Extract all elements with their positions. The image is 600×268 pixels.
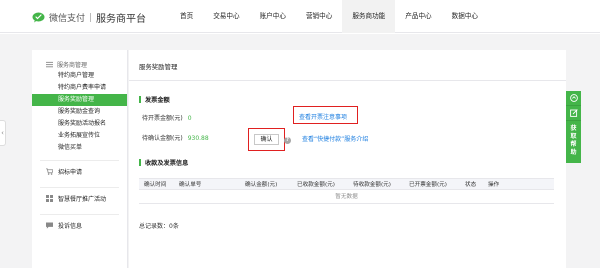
sidebar-item-reward-signup[interactable]: 服务奖励活动报名 (32, 118, 127, 130)
sidebar-item-complaints[interactable]: 投诉信息 (32, 215, 127, 235)
nav-marketing-center[interactable]: 营销中心 (296, 0, 342, 33)
sidebar-item-label: 招标申请 (58, 168, 83, 176)
grid-icon (46, 194, 53, 202)
logo[interactable]: 微信支付 服务商平台 (32, 10, 146, 25)
logo-subtitle: 服务商平台 (96, 14, 147, 25)
sidebar: 服务商管理 特约商户管理 特约商户费率申请 服务奖励管理 服务奖励金查询 服务奖… (32, 50, 128, 268)
sidebar-item-smart-restaurant[interactable]: 智慧餐厅推广活动 (32, 188, 127, 208)
main-panel: 服务奖励管理 发票金额 待开票金额(元) 0 待确认金额(元) 930.88 确认 … (129, 50, 566, 268)
float-top-button[interactable] (566, 91, 581, 106)
sidebar-item-reward-query[interactable]: 服务奖励金查询 (32, 106, 127, 118)
sidebar-item-promo-slot[interactable]: 业务拓展宣传位 (32, 130, 127, 142)
nav-provider-functions[interactable]: 服务商功能 (342, 0, 396, 33)
pending-confirm-row: 待确认金额(元) 930.88 (142, 133, 209, 142)
page-title: 服务奖励管理 (139, 63, 178, 71)
list-icon (46, 61, 53, 67)
confirm-button[interactable]: 确认 (254, 134, 279, 145)
chat-icon (46, 221, 53, 229)
top-nav: 首页 交易中心 账户中心 营销中心 服务商功能 产品中心 数据中心 (170, 0, 488, 33)
invoice-notice-link[interactable]: 查看开票注意事项 (299, 112, 347, 121)
pending-confirm-value: 930.88 (187, 135, 209, 142)
sidebar-item-merchant-rate-apply[interactable]: 特约商户费率申请 (32, 82, 127, 94)
nav-product-center[interactable]: 产品中心 (395, 0, 441, 33)
sidebar-group-title: 服务商管理 (32, 58, 127, 70)
table-header: 确认时间 确认单号 确认金额(元) 已收款金额(元) 待收款金额(元) 已开票金… (139, 178, 554, 190)
col-confirm-no: 确认单号 (179, 182, 202, 188)
col-actions: 操作 (488, 182, 500, 188)
float-feedback-button[interactable] (566, 106, 581, 121)
col-confirm-amount: 确认金额(元) (245, 182, 278, 188)
col-status: 状态 (465, 182, 477, 188)
edit-icon (569, 109, 578, 117)
section-invoice-amount: 发票金额 (139, 95, 170, 104)
sidebar-item-label: 投诉信息 (58, 222, 83, 230)
col-invoiced-amount: 已开票金额(元) (409, 182, 447, 188)
sidebar-item-merchant-management[interactable]: 特约商户管理 (32, 70, 127, 82)
help-icon[interactable]: ? (284, 137, 291, 144)
col-pending-amount: 待收款金额(元) (353, 182, 391, 188)
sidebar-group-provider-management: 服务商管理 特约商户管理 特约商户费率申请 服务奖励管理 服务奖励金查询 服务奖… (32, 50, 127, 154)
help-float-panel: 获取帮助 (566, 91, 581, 163)
section-marker (139, 159, 141, 166)
pending-invoice-row: 待开票金额(元) 0 (142, 113, 192, 122)
records-table: 确认时间 确认单号 确认金额(元) 已收款金额(元) 待收款金额(元) 已开票金… (139, 178, 554, 204)
col-confirm-time: 确认时间 (144, 182, 167, 188)
collapse-handle[interactable]: ‹ (0, 120, 6, 146)
sidebar-item-service-reward[interactable]: 服务奖励管理 (32, 94, 127, 106)
up-arrow-icon (569, 94, 578, 102)
table-empty-row: 暂无数据 (139, 190, 554, 204)
title-divider (129, 80, 566, 81)
top-header: 微信支付 服务商平台 首页 交易中心 账户中心 营销中心 服务商功能 产品中心 … (0, 0, 600, 33)
total-records: 总记录数：0条 (139, 223, 179, 230)
cart-icon (46, 167, 53, 175)
sidebar-group-label: 服务商管理 (57, 61, 88, 69)
pending-confirm-label: 待确认金额(元) (142, 135, 183, 142)
logo-divider (90, 13, 92, 22)
get-help-label: 获取帮助 (570, 125, 577, 156)
get-help-button[interactable]: 获取帮助 (566, 121, 581, 163)
col-received-amount: 已收款金额(元) (297, 182, 335, 188)
sidebar-item-label: 智慧餐厅推广活动 (58, 195, 107, 203)
pending-invoice-value: 0 (187, 115, 192, 122)
pending-invoice-label: 待开票金额(元) (142, 115, 183, 122)
nav-trade-center[interactable]: 交易中心 (203, 0, 249, 33)
nav-home[interactable]: 首页 (170, 0, 203, 33)
section-marker (139, 96, 141, 103)
section-title-text: 发票金额 (145, 97, 170, 104)
quick-pay-intro-link[interactable]: 查看“快捷付款”服务介绍 (302, 134, 368, 143)
wechat-pay-logo-icon (32, 12, 45, 23)
sidebar-item-wechat-checkout[interactable]: 微信买单 (32, 142, 127, 154)
section-payment-records: 收款及发票信息 (139, 158, 188, 167)
logo-text: 微信支付 (49, 14, 86, 24)
section-title-text: 收款及发票信息 (145, 160, 189, 167)
nav-account-center[interactable]: 账户中心 (250, 0, 296, 33)
sidebar-item-tender[interactable]: 招标申请 (32, 161, 127, 181)
nav-data-center[interactable]: 数据中心 (442, 0, 488, 33)
